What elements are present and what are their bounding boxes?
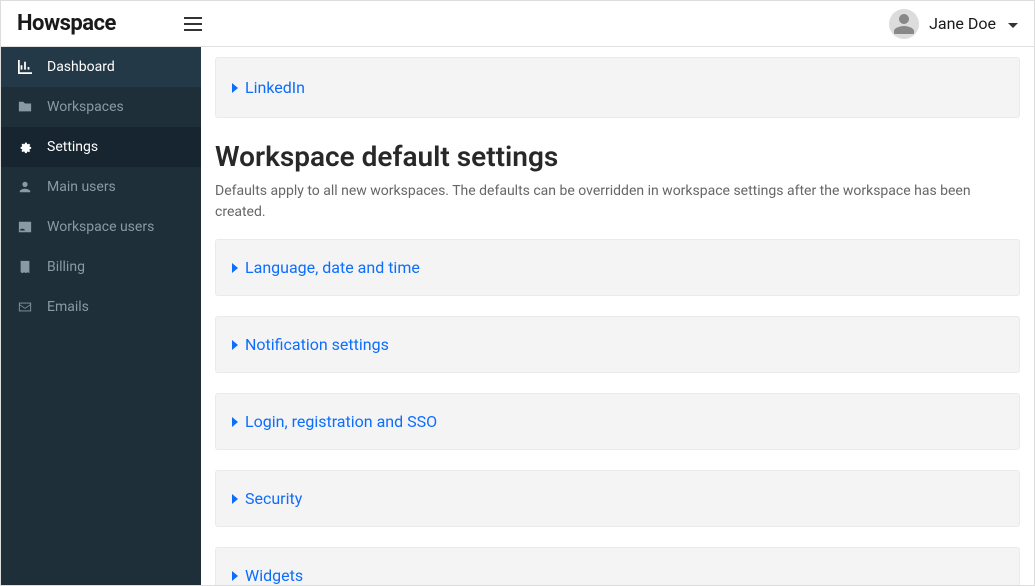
section-label: Language, date and time [245,258,420,277]
main-content: LinkedIn Workspace default settings Defa… [201,47,1034,585]
caret-right-icon [232,78,239,97]
section-widgets: Widgets [215,547,1020,585]
chart-icon [17,60,33,74]
sidebar-item-billing[interactable]: Billing [1,247,201,287]
address-card-icon [17,220,33,234]
section-security: Security [215,470,1020,527]
caret-right-icon [232,258,239,277]
sidebar-item-label: Workspaces [47,99,124,115]
user-name: Jane Doe [929,14,996,33]
sidebar-item-emails[interactable]: Emails [1,287,201,327]
sidebar-item-workspace-users[interactable]: Workspace users [1,207,201,247]
hamburger-menu-button[interactable] [184,17,202,31]
gears-icon [17,140,33,154]
sidebar-item-main-users[interactable]: Main users [1,167,201,207]
section-toggle-widgets[interactable]: Widgets [232,566,1003,585]
page-title: Workspace default settings [215,140,1020,173]
sidebar-item-label: Settings [47,139,98,155]
logo[interactable]: Howspace [17,11,116,36]
page-subtitle: Defaults apply to all new workspaces. Th… [215,181,1020,223]
sidebar-item-label: Dashboard [47,59,115,75]
header: Howspace Jane Doe [1,1,1034,47]
avatar [889,9,919,39]
caret-right-icon [232,335,239,354]
section-toggle-language[interactable]: Language, date and time [232,258,1003,277]
linked-in-section: LinkedIn [215,57,1020,118]
user-icon [892,12,916,36]
sidebar-item-dashboard[interactable]: Dashboard [1,47,201,87]
caret-right-icon [232,489,239,508]
linkedin-link[interactable]: LinkedIn [232,78,1003,97]
sidebar-item-label: Billing [47,259,85,275]
section-toggle-login[interactable]: Login, registration and SSO [232,412,1003,431]
section-label: Widgets [245,566,303,585]
sidebar: Dashboard Workspaces Settings Main users… [1,47,201,585]
chevron-down-icon [1008,14,1018,33]
section-label: Security [245,489,302,508]
user-menu[interactable]: Jane Doe [889,9,1018,39]
section-login: Login, registration and SSO [215,393,1020,450]
section-toggle-notification[interactable]: Notification settings [232,335,1003,354]
section-toggle-security[interactable]: Security [232,489,1003,508]
caret-right-icon [232,412,239,431]
book-icon [17,260,33,274]
sidebar-item-label: Workspace users [47,219,154,235]
sidebar-item-workspaces[interactable]: Workspaces [1,87,201,127]
section-notification: Notification settings [215,316,1020,373]
envelope-icon [17,300,33,314]
section-label: Notification settings [245,335,389,354]
sidebar-item-label: Emails [47,299,89,315]
section-language: Language, date and time [215,239,1020,296]
link-label: LinkedIn [245,78,305,97]
folder-icon [17,100,33,114]
sidebar-item-label: Main users [47,179,116,195]
sidebar-item-settings[interactable]: Settings [1,127,201,167]
section-label: Login, registration and SSO [245,412,437,431]
user-icon [17,180,33,194]
caret-right-icon [232,566,239,585]
hamburger-icon [184,17,202,31]
